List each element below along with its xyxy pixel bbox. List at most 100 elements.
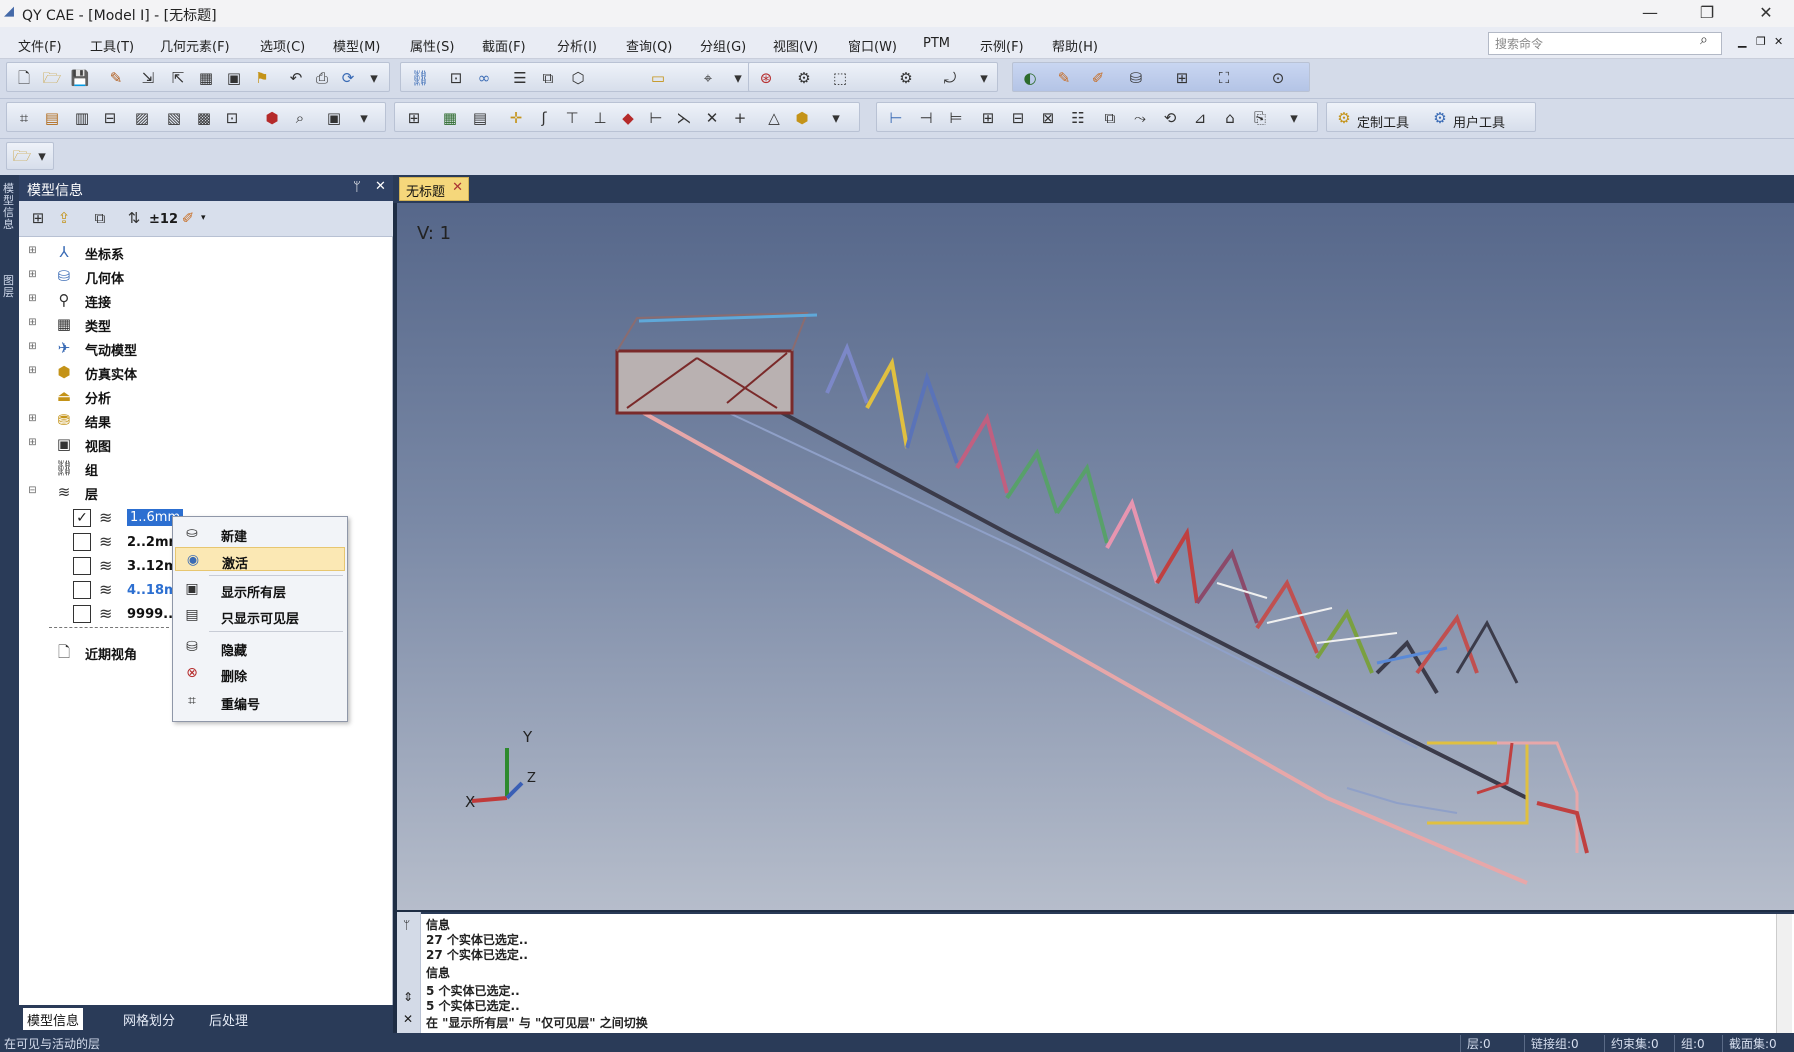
tree-node-coordinate[interactable]: ⊞ ⅄ 坐标系	[27, 241, 327, 263]
gear-icon[interactable]: ⚙	[895, 67, 917, 89]
more-arrow-icon[interactable]: ▾	[825, 107, 847, 129]
save-icon[interactable]: 💾	[69, 67, 91, 89]
menu-view[interactable]: 视图(V)	[773, 36, 818, 55]
fit-view-icon[interactable]: ⛶	[1213, 67, 1235, 89]
expand-toggle-icon[interactable]: ⊞	[27, 437, 38, 448]
cross-icon[interactable]: ✕	[701, 107, 723, 129]
align-left-icon[interactable]: ⊢	[885, 107, 907, 129]
cascade-icon[interactable]: ⧉	[1099, 107, 1121, 129]
query-icon[interactable]: ⌕	[289, 107, 311, 129]
document-icon[interactable]: ⎘	[1249, 107, 1271, 129]
frame-icon[interactable]: ⊡	[445, 67, 467, 89]
layer-row[interactable]: ≋ 3..12mm	[73, 555, 191, 579]
filter-label[interactable]: ±12	[149, 212, 178, 227]
reset-view-icon[interactable]: ⊙	[1267, 67, 1289, 89]
tree-node-group[interactable]: ⛓ 组	[27, 457, 327, 479]
expand-toggle-icon[interactable]: ⊞	[27, 269, 38, 280]
bar-icon[interactable]: ⊢	[645, 107, 667, 129]
layer-visibility-checkbox[interactable]	[73, 533, 91, 551]
shell-icon[interactable]: ⊟	[99, 107, 121, 129]
side-tab-layer[interactable]: 图层	[3, 275, 16, 299]
menu-options[interactable]: 选项(C)	[260, 36, 305, 55]
layer-row[interactable]: ≋ 4..18mm	[73, 579, 191, 603]
menu-model[interactable]: 模型(M)	[333, 36, 380, 55]
collapse-toggle-icon[interactable]: ⊟	[27, 485, 38, 496]
more-arrow-icon[interactable]: ▾	[353, 107, 375, 129]
layer-display-icon[interactable]: ⛁	[1125, 67, 1147, 89]
align-right-icon[interactable]: ⊨	[945, 107, 967, 129]
menu-example[interactable]: 示例(F)	[980, 36, 1024, 55]
context-item-activate[interactable]: ◉ 激活	[175, 547, 345, 572]
menu-window[interactable]: 窗口(W)	[848, 36, 897, 55]
material-icon[interactable]: ▧	[163, 107, 185, 129]
element-icon[interactable]: ▤	[41, 107, 63, 129]
expand-toggle-icon[interactable]: ⊞	[27, 341, 38, 352]
export-icon[interactable]: ⇱	[167, 67, 189, 89]
menu-query[interactable]: 查询(Q)	[626, 36, 672, 55]
output-scrollbar[interactable]	[1776, 914, 1792, 1033]
output-pin-icon[interactable]: ᛘ	[403, 918, 410, 932]
tree-node-aero-model[interactable]: ⊞ ✈ 气动模型	[27, 337, 327, 359]
layer-row[interactable]: ≋ 2..2mm	[73, 531, 182, 555]
tree-node-result[interactable]: ⊞ ⛃ 结果	[27, 409, 327, 431]
beam-icon[interactable]: ⊤	[561, 107, 583, 129]
bolt-icon[interactable]: ʃ	[533, 107, 555, 129]
print-icon[interactable]: ⎙	[311, 67, 333, 89]
undo-icon[interactable]: ↶	[285, 67, 307, 89]
menu-geometry[interactable]: 几何元素(F)	[160, 36, 230, 55]
tab-meshing[interactable]: 网格划分	[119, 1008, 179, 1030]
context-item-show-all-layers[interactable]: ▣ 显示所有层	[175, 577, 345, 601]
rotate-icon[interactable]: ⤾	[939, 67, 961, 89]
mass-icon[interactable]: ◆	[617, 107, 639, 129]
rod-icon[interactable]: ⊥	[589, 107, 611, 129]
layer-visibility-checkbox[interactable]: ✓	[73, 509, 91, 527]
new-file-icon[interactable]: 🗋	[13, 67, 35, 89]
home-icon[interactable]: ⌂	[1219, 107, 1241, 129]
context-item-delete[interactable]: ⊗ 删除	[175, 661, 345, 685]
folder-up-icon[interactable]: ⇪	[53, 207, 75, 229]
copy-icon[interactable]: ⧉	[537, 67, 559, 89]
more-arrow-icon[interactable]: ▾	[727, 67, 749, 89]
transform-icon[interactable]: ⚙	[793, 67, 815, 89]
select-box-icon[interactable]: ⬚	[829, 67, 851, 89]
restore-button[interactable]: ❐	[1687, 2, 1727, 24]
expand-toggle-icon[interactable]: ⊞	[27, 365, 38, 376]
output-scroll-icon[interactable]: ⇕	[403, 990, 413, 1004]
align-center-icon[interactable]: ⊣	[915, 107, 937, 129]
minimize-button[interactable]: —	[1630, 2, 1670, 24]
expand-toggle-icon[interactable]: ⊞	[27, 413, 38, 424]
chart-icon[interactable]: ⊿	[1189, 107, 1211, 129]
side-tab-model-info[interactable]: 模型信息	[3, 183, 16, 231]
custom-tool-button[interactable]: 定制工具	[1357, 112, 1409, 131]
connector-icon[interactable]: ⊞	[403, 107, 425, 129]
macro-icon[interactable]: 🗁	[11, 145, 33, 167]
menu-tools[interactable]: 工具(T)	[90, 36, 134, 55]
expand-toggle-icon[interactable]: ⊞	[27, 245, 38, 256]
expand-toggle-icon[interactable]: ⊞	[27, 293, 38, 304]
table-icon[interactable]: ▦	[195, 67, 217, 89]
node-icon[interactable]: ⌗	[13, 107, 35, 129]
copy-tree-icon[interactable]: ⧉	[89, 207, 111, 229]
menu-help[interactable]: 帮助(H)	[1052, 36, 1098, 55]
package-icon[interactable]: ⬢	[791, 107, 813, 129]
triangle-icon[interactable]: △	[763, 107, 785, 129]
joint-icon[interactable]: ⋋	[673, 107, 695, 129]
dropdown-arrow-icon[interactable]: ▾	[201, 213, 206, 223]
context-item-renumber[interactable]: ⌗ 重编号	[175, 689, 345, 713]
shaded-icon[interactable]: ◐	[1019, 67, 1041, 89]
expand-toggle-icon[interactable]	[27, 389, 38, 400]
tree-node-analysis[interactable]: ⏏ 分析	[27, 385, 327, 407]
mdi-minimize-button[interactable]: ▁	[1738, 35, 1746, 48]
tree-node-sim-entity[interactable]: ⊞ ⬢ 仿真实体	[27, 361, 327, 383]
context-item-new[interactable]: ⛀ 新建	[175, 521, 345, 545]
import-icon[interactable]: ⇲	[137, 67, 159, 89]
split-view-icon[interactable]: ⊟	[1007, 107, 1029, 129]
tab-post-processing[interactable]: 后处理	[205, 1008, 252, 1030]
menu-ptm[interactable]: PTM	[923, 36, 950, 51]
expand-all-icon[interactable]: ⊞	[27, 207, 49, 229]
tile-view-icon[interactable]: ⊠	[1037, 107, 1059, 129]
mdi-restore-button[interactable]: ❐	[1756, 35, 1766, 48]
brush-icon[interactable]: ✐	[177, 207, 199, 229]
menu-file[interactable]: 文件(F)	[18, 36, 62, 55]
menu-section[interactable]: 截面(F)	[482, 36, 526, 55]
